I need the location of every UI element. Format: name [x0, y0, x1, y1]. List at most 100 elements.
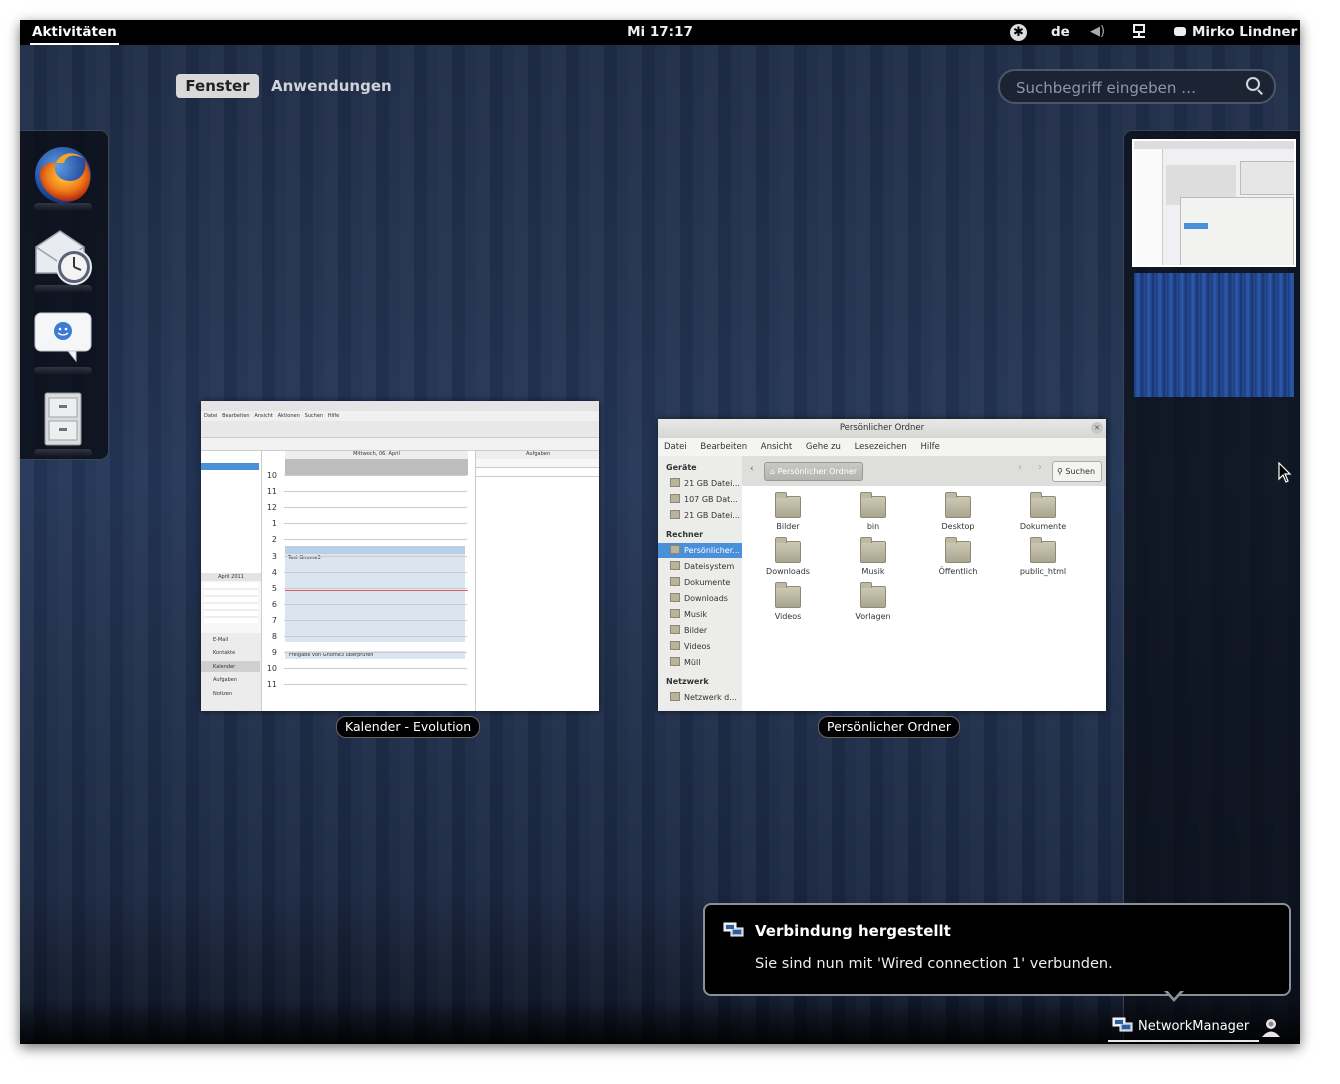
files-menu-item[interactable]: Bearbeiten: [700, 442, 747, 452]
tab-windows[interactable]: Fenster: [176, 74, 259, 98]
folder-item[interactable]: public_html: [1003, 537, 1083, 576]
sidebar-section-header: Netzwerk: [666, 677, 709, 686]
notification-body: Sie sind nun mit 'Wired connection 1' ve…: [755, 956, 1113, 972]
back-icon[interactable]: ‹: [1018, 462, 1022, 473]
sidebar-place-label: Müll: [684, 658, 701, 667]
search-button[interactable]: ⚲ Suchen: [1052, 461, 1102, 482]
close-icon[interactable]: ✕: [1091, 422, 1103, 434]
notification-banner[interactable]: Verbindung hergestellt Sie sind nun mit …: [703, 903, 1291, 996]
user-menu[interactable]: Mirko Lindner: [1174, 24, 1297, 40]
files-titlebar: Persönlicher Ordner ✕: [658, 419, 1106, 438]
ws1-window-bar: [1134, 141, 1294, 149]
files-toolbar: ‹ ⌂ Persönlicher Ordner ‹ › ⚲ Suchen: [742, 456, 1106, 486]
chevron-left-icon[interactable]: ‹: [750, 464, 754, 474]
place-icon: [670, 641, 680, 650]
tasks-new-row[interactable]: [476, 468, 599, 477]
sidebar-place-item[interactable]: Müll: [658, 655, 754, 670]
sidebar-place-item[interactable]: Bilder: [658, 623, 754, 638]
evolution-mail-icon[interactable]: [30, 223, 96, 293]
hour-grid-line: [284, 619, 467, 621]
sidebar-place-item[interactable]: Dateisystem: [658, 559, 754, 574]
files-menu-item[interactable]: Gehe zu: [806, 442, 841, 452]
switcher-calendar[interactable]: Kalender: [213, 664, 235, 670]
folder-icon: [1030, 537, 1056, 563]
sidebar-place-item[interactable]: Dokumente: [658, 575, 754, 590]
network-icon[interactable]: [1132, 24, 1146, 44]
workspace-1[interactable]: [1132, 139, 1296, 267]
folder-icon: [945, 492, 971, 518]
tab-applications[interactable]: Anwendungen: [271, 74, 392, 98]
ws1-pane: [1134, 149, 1163, 265]
user-status-icon[interactable]: [1260, 1018, 1282, 1038]
place-icon: [670, 510, 680, 519]
folder-icon: [1030, 492, 1056, 518]
sidebar-place-label: Dokumente: [684, 578, 731, 587]
sidebar-place-item[interactable]: 21 GB Datei...: [658, 476, 754, 491]
folder-item[interactable]: bin: [833, 492, 913, 531]
search-button-label: Suchen: [1065, 467, 1096, 476]
firefox-icon[interactable]: [30, 141, 96, 211]
evo-menu-item[interactable]: Bearbeiten: [222, 413, 249, 419]
folder-item[interactable]: Desktop: [918, 492, 998, 531]
files-menu-item[interactable]: Ansicht: [761, 442, 792, 452]
search-box[interactable]: [998, 69, 1276, 104]
window-preview-evolution[interactable]: Datei Bearbeiten Ansicht Aktionen Suchen…: [201, 401, 599, 711]
sidebar-place-item[interactable]: Musik: [658, 607, 754, 622]
keyboard-layout-indicator[interactable]: de: [1051, 24, 1070, 40]
folder-item[interactable]: Videos: [748, 582, 828, 621]
hour-label: 4: [271, 567, 277, 577]
switcher-mail[interactable]: E-Mail: [213, 637, 228, 643]
evo-menu-item[interactable]: Suchen: [305, 413, 324, 419]
switcher-tasks[interactable]: Aufgaben: [213, 677, 237, 683]
folder-icon: [860, 537, 886, 563]
folder-item[interactable]: Musik: [833, 537, 913, 576]
files-menu-item[interactable]: Hilfe: [921, 442, 940, 452]
files-menu-item[interactable]: Lesezeichen: [855, 442, 907, 452]
folder-item[interactable]: Öffentlich: [918, 537, 998, 576]
place-icon: [670, 494, 680, 503]
hour-label: 1: [271, 519, 277, 529]
sidebar-place-item[interactable]: Netzwerk d...: [658, 690, 754, 705]
workspace-2[interactable]: [1134, 273, 1294, 397]
evolution-switcher: E-Mail Kontakte Kalender Aufgaben Notize…: [201, 633, 262, 711]
evo-menu-item[interactable]: Datei: [204, 413, 217, 419]
switcher-notes[interactable]: Notizen: [213, 691, 232, 697]
empathy-chat-icon[interactable]: [30, 305, 96, 375]
sidebar-place-item[interactable]: Persönlicher...: [658, 543, 754, 558]
selected-calendar[interactable]: [201, 463, 259, 470]
files-menu-item[interactable]: Datei: [664, 442, 687, 452]
window-preview-files[interactable]: Persönlicher Ordner ✕ Datei Bearbeiten A…: [658, 419, 1106, 711]
sidebar-place-item[interactable]: Videos: [658, 639, 754, 654]
folder-item[interactable]: Dokumente: [1003, 492, 1083, 531]
place-icon: [670, 593, 680, 602]
clock[interactable]: Mi 17:17: [20, 24, 1300, 40]
folder-item[interactable]: Vorlagen: [833, 582, 913, 621]
sidebar-place-item[interactable]: 107 GB Dat...: [658, 492, 754, 507]
event-header[interactable]: [285, 546, 465, 554]
evo-menu-item[interactable]: Hilfe: [328, 413, 339, 419]
volume-icon[interactable]: ◀): [1090, 24, 1105, 39]
place-icon: [670, 478, 680, 487]
search-input[interactable]: [1014, 77, 1238, 99]
evolution-titlebar: [201, 401, 599, 411]
home-folder-icon: ⌂: [770, 467, 778, 476]
hour-grid-line: [284, 491, 467, 493]
evo-menu-item[interactable]: Aktionen: [278, 413, 300, 419]
mini-calendar[interactable]: April 2011: [201, 573, 262, 633]
tray-networkmanager[interactable]: NetworkManager: [1108, 1014, 1260, 1042]
folder-item[interactable]: Downloads: [748, 537, 828, 576]
evo-menu-item[interactable]: Ansicht: [254, 413, 272, 419]
sidebar-place-label: Persönlicher...: [684, 546, 740, 555]
accessibility-icon[interactable]: ✱: [1010, 24, 1027, 41]
file-cabinet-icon[interactable]: [30, 387, 96, 457]
folder-item[interactable]: Bilder: [748, 492, 828, 531]
switcher-contacts[interactable]: Kontakte: [213, 650, 235, 656]
forward-icon[interactable]: ›: [1038, 462, 1042, 473]
sidebar-place-item[interactable]: 21 GB Datei...: [658, 508, 754, 523]
hour-label: 2: [271, 535, 277, 545]
hour-grid-line: [284, 684, 467, 686]
network-wired-icon: [723, 921, 744, 937]
calendar-event[interactable]: Test Gnome3: [285, 554, 465, 642]
sidebar-place-item[interactable]: Downloads: [658, 591, 754, 606]
location-button[interactable]: ⌂ Persönlicher Ordner: [764, 462, 863, 481]
